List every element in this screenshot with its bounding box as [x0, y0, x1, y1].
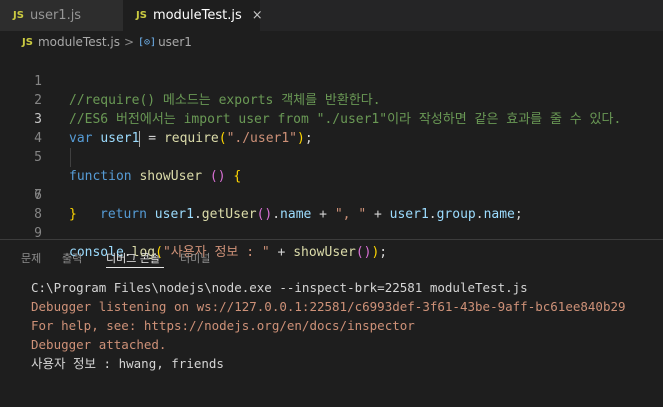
close-icon[interactable]: × — [252, 8, 263, 23]
code-line-active: 3 var user1 = require("./user1"); — [0, 91, 663, 147]
breadcrumb: JS moduleTest.js > [⊙] user1 — [0, 31, 663, 53]
javascript-file-icon: JS — [13, 10, 24, 21]
code-line: 9 console.log("사용자 정보 : " + showUser()); — [0, 205, 663, 260]
tab-debug-console[interactable]: 디버그 콘솔 — [106, 250, 160, 266]
console-line: 사용자 정보 : hwang, friends — [31, 356, 224, 371]
code-line: 5 function showUser () { — [0, 129, 663, 184]
variable-symbol-icon: [⊙] — [138, 36, 157, 48]
console-line: Debugger listening on ws://127.0.0.1:225… — [31, 299, 626, 314]
javascript-file-icon: JS — [22, 36, 33, 48]
panel-tabs: 문제 출력 디버그 콘솔 터미널 — [0, 240, 663, 270]
tab-terminal[interactable]: 터미널 — [180, 250, 210, 266]
code-line: 7 } — [0, 167, 663, 222]
console-line: Debugger attached. — [31, 337, 167, 352]
code-line: 2 //ES6 버전에서는 import user from "./user1"… — [0, 72, 663, 127]
code-line: 1 //require() 메소드는 exports 객체를 반환한다. — [0, 53, 663, 108]
active-tab-indicator — [106, 267, 164, 268]
tab-user1-js[interactable]: JS user1.js — [0, 0, 123, 31]
code-line: 8 — [0, 186, 663, 222]
editor-tab-bar: JS user1.js JS moduleTest.js × — [0, 0, 663, 31]
breadcrumb-symbol[interactable]: user1 — [158, 35, 192, 49]
breadcrumb-separator: > — [123, 35, 135, 49]
tab-output[interactable]: 출력 — [62, 250, 82, 266]
tab-label: user1.js — [29, 8, 82, 23]
tab-problems[interactable]: 문제 — [21, 250, 41, 266]
tab-label: moduleTest.js — [152, 8, 242, 23]
debug-console-output: C:\Program Files\nodejs\node.exe --inspe… — [31, 278, 626, 373]
code-line: 6 return user1.getUser().name + ", " + u… — [0, 148, 663, 222]
console-line: C:\Program Files\nodejs\node.exe --inspe… — [31, 280, 528, 295]
code-editor[interactable]: 1 //require() 메소드는 exports 객체를 반환한다. 2 /… — [0, 53, 663, 260]
breadcrumb-file[interactable]: moduleTest.js — [38, 35, 120, 49]
console-line: For help, see: https://nodejs.org/en/doc… — [31, 318, 415, 333]
tab-moduletest-js[interactable]: JS moduleTest.js × — [123, 0, 263, 31]
code-line: 4 — [0, 110, 663, 146]
indent-guide — [70, 148, 71, 167]
javascript-file-icon: JS — [136, 10, 147, 21]
